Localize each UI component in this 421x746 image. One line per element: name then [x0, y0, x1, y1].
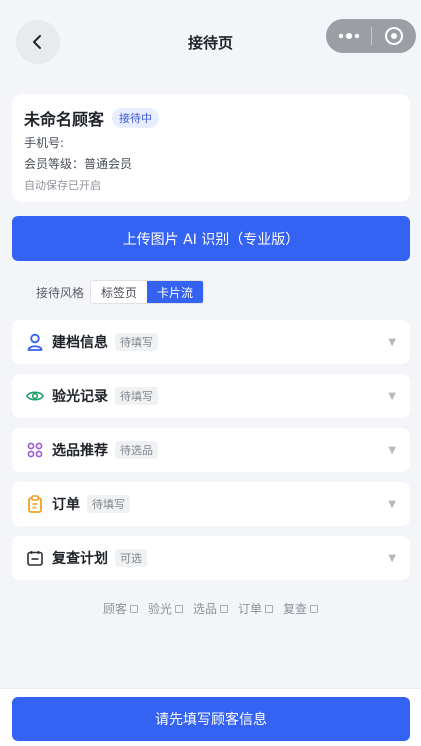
section-optometry[interactable]: 验光记录 待填写 ▼	[12, 374, 410, 418]
checkbox-icon	[174, 604, 183, 613]
nav-bar: 接待页	[0, 0, 421, 84]
customer-card: 未命名顾客 接待中 手机号: 会员等级：普通会员 自动保存已开启	[12, 94, 410, 202]
expand-triangle-icon: ▼	[388, 444, 396, 456]
checkbox-icon	[220, 604, 228, 613]
progress-item: 选品	[193, 600, 228, 617]
progress-item: 订单	[238, 600, 274, 617]
section-title: 建档信息	[52, 335, 108, 351]
section-status-tag: 待填写	[115, 387, 158, 405]
style-option-cards[interactable]: 卡片流	[147, 281, 204, 303]
calendar-icon	[26, 549, 44, 567]
section-status-tag: 待选品	[115, 441, 158, 459]
section-order[interactable]: 订单 待填写 ▼	[12, 482, 410, 526]
autosave-status: 自动保存已开启	[24, 179, 101, 192]
progress-checklist: 顾客 验光 选品 订单 复查	[0, 600, 421, 617]
expand-triangle-icon: ▼	[388, 552, 396, 564]
member-level: 会员等级：普通会员	[24, 157, 133, 171]
bottom-action-bar: 请先填写顾客信息	[0, 688, 421, 746]
checkbox-icon	[129, 604, 138, 613]
style-segmented-control: 标签页 卡片流	[90, 280, 205, 304]
customer-name: 未命名顾客	[24, 110, 105, 129]
checkbox-icon	[265, 604, 274, 613]
more-dots-icon	[338, 33, 359, 39]
section-title: 验光记录	[52, 389, 108, 405]
more-button[interactable]	[326, 19, 371, 53]
section-title: 订单	[52, 497, 80, 513]
section-status-tag: 待填写	[115, 333, 158, 351]
progress-item: 顾客	[103, 600, 138, 617]
eye-icon	[26, 387, 44, 405]
upload-ai-button[interactable]: 上传图片 AI 识别（专业版）	[12, 216, 410, 261]
phone-label: 手机号:	[24, 136, 65, 150]
section-title: 选品推荐	[52, 443, 108, 459]
section-status-tag: 可选	[115, 549, 147, 567]
style-selector-row: 接待风格 标签页 卡片流	[36, 280, 205, 304]
section-status-tag: 待填写	[87, 495, 130, 513]
submit-button[interactable]: 请先填写顾客信息	[12, 697, 410, 741]
expand-triangle-icon: ▼	[388, 390, 396, 402]
target-close-icon	[385, 27, 403, 45]
style-option-tabs[interactable]: 标签页	[91, 281, 147, 303]
status-badge: 接待中	[112, 108, 160, 128]
progress-item: 验光	[148, 600, 183, 617]
section-profile[interactable]: 建档信息 待填写 ▼	[12, 320, 410, 364]
user-icon	[26, 333, 44, 351]
style-label: 接待风格	[36, 285, 85, 300]
grid-icon	[26, 441, 44, 459]
clipboard-icon	[26, 495, 44, 513]
section-product-recommend[interactable]: 选品推荐 待选品 ▼	[12, 428, 410, 472]
expand-triangle-icon: ▼	[388, 336, 396, 348]
progress-item: 复查	[283, 600, 319, 617]
expand-triangle-icon: ▼	[388, 498, 396, 510]
checkbox-icon	[310, 604, 319, 613]
mini-program-capsule	[326, 19, 416, 53]
section-title: 复查计划	[52, 551, 108, 567]
section-followup-plan[interactable]: 复查计划 可选 ▼	[12, 536, 410, 580]
close-miniprogram-button[interactable]	[372, 19, 416, 53]
